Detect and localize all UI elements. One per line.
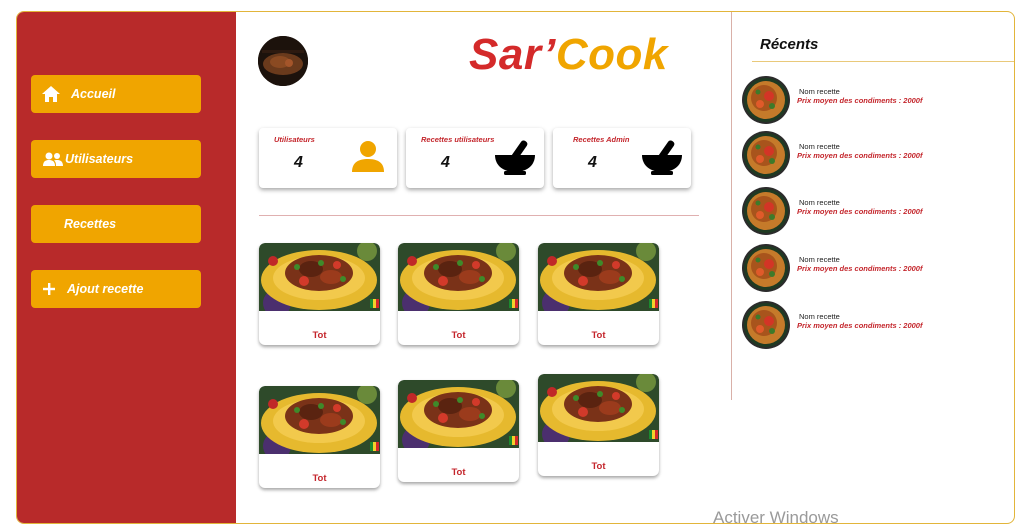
app-window: Accueil Utilisateurs Recettes Ajout rece… [16,11,1015,524]
recent-item-price: Prix moyen des condiments : 2000f [797,207,923,216]
sidebar-item-recettes[interactable]: Recettes [31,205,201,243]
plus-icon [31,283,67,295]
brand-logo: Sar’Cook [469,30,668,79]
sidebar-item-label: Recettes [64,217,117,231]
recipe-image [538,243,659,311]
recipe-thumbnail [742,76,790,124]
recipe-image [259,243,380,311]
sidebar-item-label: Utilisateurs [65,152,134,166]
recent-item[interactable]: Nom recette Prix moyen des condiments : … [742,76,1012,126]
recipe-card[interactable]: Tot [259,386,380,488]
recipe-thumbnail [742,301,790,349]
recent-item-name: Nom recette [799,142,840,151]
activation-watermark: Activer Windows [713,508,839,527]
recipe-card[interactable]: Tot [398,380,519,482]
recent-item-price: Prix moyen des condiments : 2000f [797,264,923,273]
main-content: Sar’Cook Utilisateurs 4 Recettes utilisa… [236,12,730,523]
sidebar-item-ajout-recette[interactable]: Ajout recette [31,270,201,308]
recent-item-name: Nom recette [799,255,840,264]
recent-title: Récents [760,36,819,53]
recipe-title: Tot [591,461,606,472]
stat-value: 4 [441,154,450,171]
stat-card-recettes-utilisateurs: Recettes utilisateurs 4 [406,128,544,188]
recipe-thumbnail [742,187,790,235]
stat-value: 4 [294,154,303,171]
recent-item[interactable]: Nom recette Prix moyen des condiments : … [742,301,1012,351]
stat-label: Utilisateurs [274,135,315,144]
users-icon [31,152,65,166]
dish-avatar-icon[interactable] [258,36,308,86]
section-divider [259,215,699,216]
recipe-title: Tot [451,467,466,478]
sidebar-item-accueil[interactable]: Accueil [31,75,201,113]
recent-item-price: Prix moyen des condiments : 2000f [797,151,923,160]
recent-item-name: Nom recette [799,87,840,96]
recent-panel: Récents Nom recette Prix moyen des condi… [732,12,1014,523]
mortar-pestle-icon [641,138,683,181]
home-icon [31,85,71,103]
recipe-title: Tot [312,473,327,484]
recipe-title: Tot [312,330,327,341]
recipe-image [398,243,519,311]
mortar-pestle-icon [494,138,536,181]
stat-label: Recettes Admin [573,135,630,144]
recent-item-name: Nom recette [799,198,840,207]
stat-card-recettes-admin: Recettes Admin 4 [553,128,691,188]
recipe-card[interactable]: Tot [538,243,659,345]
recipe-card[interactable]: Tot [259,243,380,345]
sidebar-item-label: Ajout recette [67,282,144,296]
recent-item-price: Prix moyen des condiments : 2000f [797,321,923,330]
recent-item[interactable]: Nom recette Prix moyen des condiments : … [742,187,1012,237]
recent-item[interactable]: Nom recette Prix moyen des condiments : … [742,131,1012,181]
recipe-card[interactable]: Tot [398,243,519,345]
recent-item-price: Prix moyen des condiments : 2000f [797,96,923,105]
recipe-thumbnail [742,244,790,292]
recipe-image [398,380,519,448]
sidebar-item-label: Accueil [71,87,116,101]
stat-value: 4 [588,154,597,171]
user-icon [351,140,385,177]
stat-card-utilisateurs: Utilisateurs 4 [259,128,397,188]
sidebar: Accueil Utilisateurs Recettes Ajout rece… [17,12,236,523]
recipe-title: Tot [591,330,606,341]
recipe-card[interactable]: Tot [538,374,659,476]
recipe-image [538,374,659,442]
recipe-title: Tot [451,330,466,341]
recent-title-underline [752,61,1014,62]
recent-item-name: Nom recette [799,312,840,321]
sidebar-item-utilisateurs[interactable]: Utilisateurs [31,140,201,178]
stat-label: Recettes utilisateurs [421,135,495,144]
recipe-thumbnail [742,131,790,179]
recent-item[interactable]: Nom recette Prix moyen des condiments : … [742,244,1012,294]
recipe-image [259,386,380,454]
